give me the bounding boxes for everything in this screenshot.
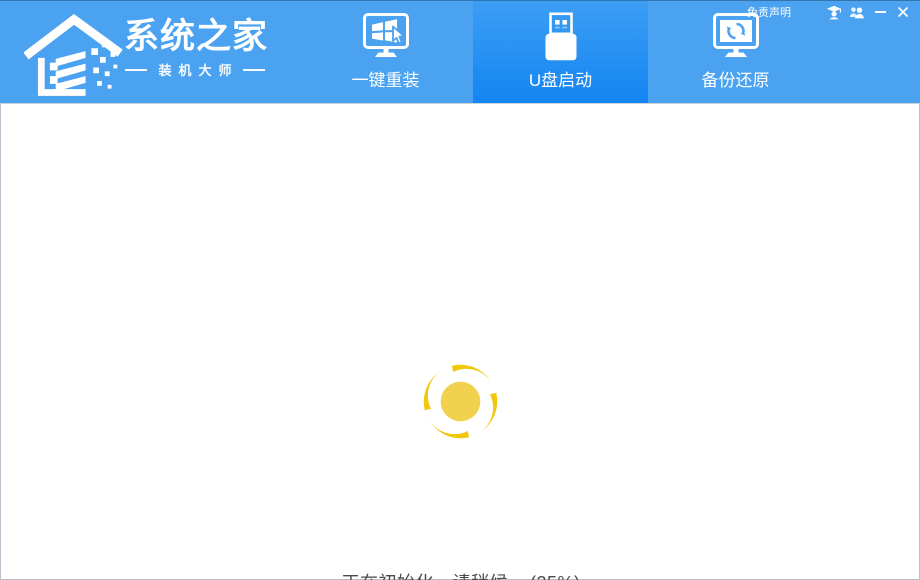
status-text: 正在初始化，请稍候... (25%): [1, 569, 920, 580]
tab-usb-boot[interactable]: U盘启动: [473, 0, 648, 103]
tab-label: U盘启动: [529, 66, 592, 91]
main-tabs: 一键重装 U盘启动: [298, 0, 823, 103]
minimize-button[interactable]: [872, 4, 888, 20]
subtitle-line-left: [125, 69, 147, 71]
minimize-icon: [875, 11, 886, 13]
titlebar-controls: 免责声明: [747, 4, 911, 20]
content-area: 正在初始化，请稍候... (25%): [0, 103, 920, 580]
loading-swirl-icon: [417, 358, 504, 445]
close-button[interactable]: [895, 4, 911, 20]
subtitle-line-right: [243, 69, 265, 71]
usb-drive-icon: [535, 11, 587, 63]
monitor-windows-icon: [360, 11, 412, 63]
tab-label: 备份还原: [702, 66, 770, 91]
group-icon[interactable]: [849, 4, 865, 20]
brand-subtitle-row: 装机大师: [124, 60, 266, 79]
house-pixels-icon: [24, 11, 124, 99]
app-window: 系统之家 装机大师: [0, 0, 920, 580]
tab-one-click-reinstall[interactable]: 一键重装: [298, 0, 473, 103]
header-bar: 系统之家 装机大师: [0, 0, 920, 103]
brand-subtitle: 装机大师: [158, 60, 238, 79]
disclaimer-link[interactable]: 免责声明: [747, 4, 791, 20]
service-icon[interactable]: [826, 4, 842, 20]
tab-label: 一键重装: [352, 66, 420, 91]
close-icon: [897, 6, 909, 18]
brand-name: 系统之家: [124, 17, 266, 57]
brand-text: 系统之家 装机大师: [124, 17, 266, 79]
